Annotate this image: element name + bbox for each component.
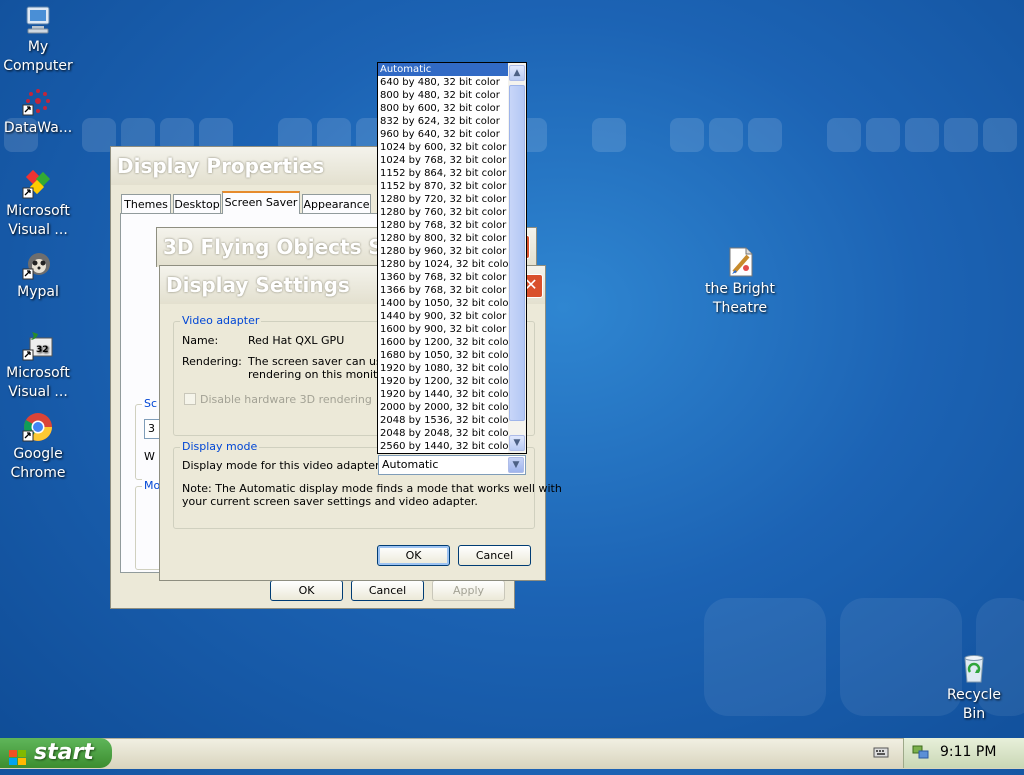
dropdown-option[interactable]: 1280 by 760, 32 bit color xyxy=(378,206,508,219)
display-mode-value: Automatic xyxy=(382,458,439,471)
apply-button[interactable]: Apply xyxy=(432,580,505,601)
rendering-text-2: rendering on this monitor. xyxy=(248,368,392,381)
desktop-icon-bright-theatre[interactable]: the Bright Theatre xyxy=(702,246,778,318)
dropdown-option[interactable]: Automatic xyxy=(378,63,508,76)
cancel-button[interactable]: Cancel xyxy=(458,545,531,566)
window-title: 3D Flying Objects Se xyxy=(163,235,397,259)
dropdown-option[interactable]: 1280 by 960, 32 bit color xyxy=(378,245,508,258)
windows-logo-icon xyxy=(9,745,27,765)
desktop-icon-label: Microsoft Visual ... xyxy=(6,203,70,238)
dropdown-option[interactable]: 800 by 480, 32 bit color xyxy=(378,89,508,102)
desktop-icon-label: Microsoft Visual ... xyxy=(6,365,70,400)
desktop-icon-label: Google Chrome xyxy=(10,446,66,481)
dropdown-option[interactable]: 1024 by 768, 32 bit color xyxy=(378,154,508,167)
desktop-icon-label: the Bright Theatre xyxy=(705,281,775,316)
window-title: Display Properties xyxy=(117,154,325,178)
start-label: start xyxy=(34,740,94,765)
desktop-icon-my-computer[interactable]: My Computer xyxy=(0,4,76,76)
wait-label: W xyxy=(144,450,155,463)
desktop-icon-label: Mypal xyxy=(17,284,59,300)
cancel-button[interactable]: Cancel xyxy=(351,580,424,601)
display-mode-select[interactable]: Automatic ▼ xyxy=(378,455,526,475)
dropdown-option[interactable]: 1360 by 768, 32 bit color xyxy=(378,271,508,284)
dropdown-option[interactable]: 1280 by 720, 32 bit color xyxy=(378,193,508,206)
dropdown-option[interactable]: 1920 by 1200, 32 bit color xyxy=(378,375,513,388)
clock: 9:11 PM xyxy=(940,744,997,760)
dropdown-option[interactable]: 1280 by 768, 32 bit color xyxy=(378,219,508,232)
chrome-icon xyxy=(22,411,54,443)
dropdown-option[interactable]: 1280 by 800, 32 bit color xyxy=(378,232,508,245)
dropdown-option[interactable]: 2000 by 2000, 32 bit color xyxy=(378,401,513,414)
desktop-icon-datawa[interactable]: DataWa... xyxy=(0,85,76,138)
dropdown-option[interactable]: 1440 by 900, 32 bit color xyxy=(378,310,508,323)
chevron-down-icon[interactable]: ▼ xyxy=(508,457,524,473)
group-label: Video adapter xyxy=(180,314,262,327)
group-label: Sc xyxy=(142,397,160,410)
dropdown-option[interactable]: 1920 by 1080, 32 bit color xyxy=(378,362,513,375)
desktop-icon-label: Recycle Bin xyxy=(947,687,1001,722)
desktop-icon-google-chrome[interactable]: Google Chrome xyxy=(0,411,76,483)
note-line-2: your current screen saver settings and v… xyxy=(182,495,478,508)
group-label: Display mode xyxy=(180,440,260,453)
desktop-icon-recycle-bin[interactable]: Recycle Bin xyxy=(936,652,1012,724)
dropdown-option[interactable]: 1600 by 900, 32 bit color xyxy=(378,323,508,336)
scrollbar-thumb[interactable] xyxy=(509,85,525,421)
display-mode-label: Display mode for this video adapter: xyxy=(182,459,384,472)
desktop-icon-label: DataWa... xyxy=(3,120,73,136)
adapter-name: Red Hat QXL GPU xyxy=(248,334,345,347)
dropdown-option[interactable]: 832 by 624, 32 bit color xyxy=(378,115,508,128)
paint-file-icon xyxy=(724,246,756,278)
dropdown-option[interactable]: 1600 by 1200, 32 bit color xyxy=(378,336,513,349)
dropdown-scrollbar[interactable]: ▲ ▼ xyxy=(508,63,526,453)
disable-hw-checkbox[interactable] xyxy=(184,393,196,405)
start-button[interactable]: start xyxy=(0,738,112,768)
name-label: Name: xyxy=(182,334,219,347)
dropdown-option[interactable]: 960 by 640, 32 bit color xyxy=(378,128,508,141)
rendering-label: Rendering: xyxy=(182,355,242,368)
visual-studio-32-icon: 32 xyxy=(22,330,54,362)
ok-button[interactable]: OK xyxy=(377,545,450,566)
network-icon[interactable] xyxy=(912,743,930,761)
chevron-down-icon[interactable]: ▼ xyxy=(509,435,525,451)
dropdown-option[interactable]: 800 by 600, 32 bit color xyxy=(378,102,508,115)
tab-desktop[interactable]: Desktop xyxy=(173,194,221,213)
dropdown-option[interactable]: 2048 by 1536, 32 bit color xyxy=(378,414,513,427)
datawa-icon xyxy=(22,85,54,117)
desktop-icon-mypal[interactable]: Mypal xyxy=(0,249,76,302)
note-line-1: Note: The Automatic display mode finds a… xyxy=(182,482,562,495)
keyboard-icon[interactable] xyxy=(873,744,889,760)
mypal-icon xyxy=(22,249,54,281)
tab-themes[interactable]: Themes xyxy=(121,194,171,213)
tab-screen-saver[interactable]: Screen Saver xyxy=(222,191,300,214)
computer-icon xyxy=(22,4,54,36)
visual-studio-icon xyxy=(22,168,54,200)
window-title: Display Settings xyxy=(166,273,350,297)
desktop-icon-label: My Computer xyxy=(3,39,73,74)
svg-text:32: 32 xyxy=(36,345,49,355)
dropdown-option[interactable]: 1280 by 1024, 32 bit color xyxy=(378,258,513,271)
dropdown-option[interactable]: 1680 by 1050, 32 bit color xyxy=(378,349,513,362)
dropdown-option[interactable]: 2048 by 2048, 32 bit color xyxy=(378,427,513,440)
dropdown-option[interactable]: 1400 by 1050, 32 bit color xyxy=(378,297,513,310)
dropdown-option[interactable]: 1024 by 600, 32 bit color xyxy=(378,141,508,154)
chevron-up-icon[interactable]: ▲ xyxy=(509,65,525,81)
dropdown-option[interactable]: 1920 by 1440, 32 bit color xyxy=(378,388,513,401)
dropdown-option[interactable]: 1152 by 870, 32 bit color xyxy=(378,180,508,193)
dropdown-option[interactable]: 2560 by 1440, 32 bit color xyxy=(378,440,513,453)
taskbar xyxy=(0,738,1024,769)
dropdown-options: Automatic 640 by 480, 32 bit color 800 by … xyxy=(378,63,513,453)
dropdown-option[interactable]: 640 by 480, 32 bit color xyxy=(378,76,508,89)
disable-hw-label: Disable hardware 3D rendering xyxy=(200,393,372,406)
ok-button[interactable]: OK xyxy=(270,580,343,601)
tab-appearance[interactable]: Appearance xyxy=(302,194,371,213)
recycle-bin-icon xyxy=(958,652,990,684)
display-mode-dropdown-list[interactable]: Automatic 640 by 480, 32 bit color 800 by … xyxy=(377,62,527,454)
dropdown-option[interactable]: 1366 by 768, 32 bit color xyxy=(378,284,508,297)
desktop-icon-microsoft-visual-1[interactable]: Microsoft Visual ... xyxy=(0,168,76,240)
rendering-text-1: The screen saver can use s xyxy=(248,355,398,368)
dropdown-option[interactable]: 1152 by 864, 32 bit color xyxy=(378,167,508,180)
desktop-icon-microsoft-visual-2[interactable]: 32 Microsoft Visual ... xyxy=(0,330,76,402)
